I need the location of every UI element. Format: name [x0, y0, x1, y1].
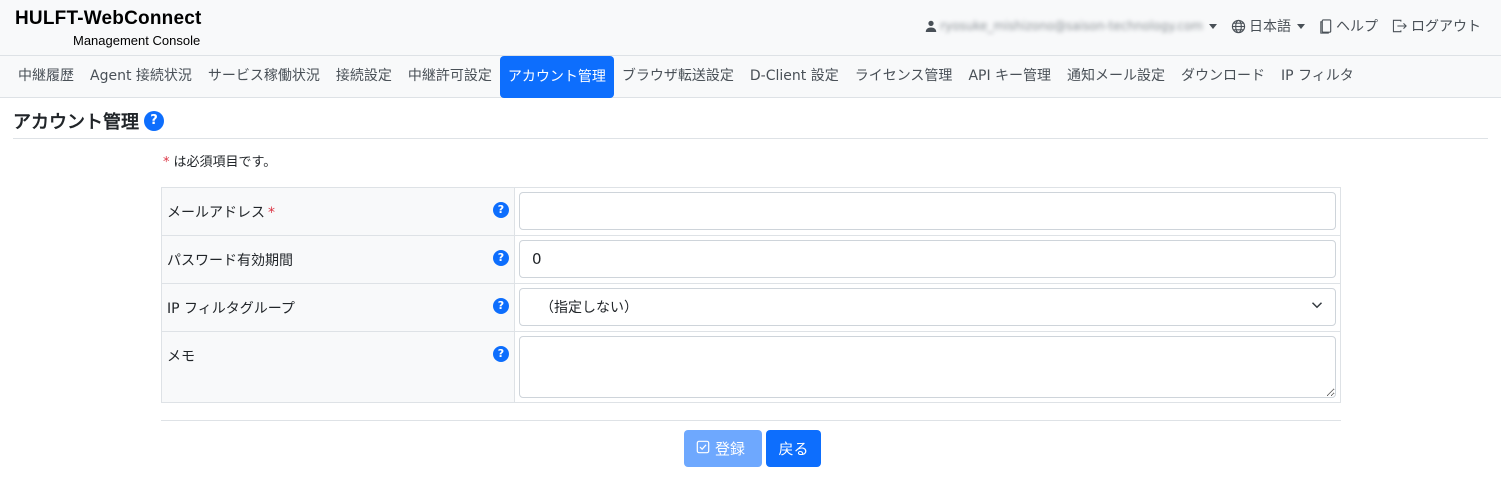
ip-filter-label-cell: IP フィルタグループ ? — [161, 283, 515, 332]
register-label: 登録 — [715, 440, 746, 458]
book-icon — [1319, 18, 1333, 34]
ip-filter-label: IP フィルタグループ — [167, 301, 295, 317]
tab-download[interactable]: ダウンロード — [1173, 56, 1273, 97]
help-icon[interactable]: ? — [493, 346, 509, 362]
required-star: * — [163, 155, 170, 170]
brand-title: HULFT-WebConnect — [15, 8, 202, 29]
brand-subtitle: Management Console — [73, 33, 201, 48]
action-buttons: 登録 戻る — [684, 430, 821, 467]
form-row-password-expiry: パスワード有効期間 ? — [161, 235, 1341, 284]
user-menu[interactable]: ryosuke_mishizono@saison-technology.com — [925, 19, 1217, 33]
tab-d-client[interactable]: D-Client 設定 — [742, 56, 847, 97]
memo-label-cell: メモ ? — [161, 331, 515, 403]
help-label: ヘルプ — [1336, 19, 1378, 35]
memo-input-cell — [514, 331, 1341, 403]
form-row-ip-filter: IP フィルタグループ ? （指定しない） — [161, 283, 1341, 332]
check-square-icon — [696, 440, 710, 458]
logout-icon — [1392, 19, 1408, 33]
chevron-down-icon — [1209, 23, 1217, 29]
globe-icon — [1231, 19, 1246, 34]
logout-label: ログアウト — [1411, 19, 1481, 35]
logout-link[interactable]: ログアウト — [1392, 16, 1481, 36]
user-icon — [925, 20, 937, 32]
language-menu[interactable]: 日本語 — [1231, 16, 1305, 36]
email-label-cell: メールアドレス * ? — [161, 187, 515, 236]
email-input[interactable] — [519, 192, 1336, 230]
tab-service-status[interactable]: サービス稼働状況 — [200, 56, 328, 97]
back-button[interactable]: 戻る — [766, 430, 821, 467]
required-star: * — [268, 205, 275, 221]
tab-license[interactable]: ライセンス管理 — [847, 56, 961, 97]
tab-notification-mail[interactable]: 通知メール設定 — [1059, 56, 1173, 97]
help-icon[interactable]: ? — [493, 250, 509, 266]
main-tabs: 中継履歴 Agent 接続状況 サービス稼働状況 接続設定 中継許可設定 アカウ… — [0, 55, 1501, 98]
help-icon[interactable]: ? — [144, 111, 164, 131]
help-icon[interactable]: ? — [493, 298, 509, 314]
user-email: ryosuke_mishizono@saison-technology.com — [940, 19, 1203, 33]
tab-ip-filter[interactable]: IP フィルタ — [1273, 56, 1362, 97]
divider — [161, 420, 1341, 421]
form-row-email: メールアドレス * ? — [161, 187, 1341, 236]
ip-filter-selected: （指定しない） — [540, 300, 638, 316]
ip-filter-select[interactable]: （指定しない） — [519, 288, 1336, 326]
email-label: メールアドレス * — [167, 205, 275, 221]
register-button[interactable]: 登録 — [684, 430, 762, 467]
tab-account-management[interactable]: アカウント管理 — [499, 55, 614, 98]
tab-browser-transfer[interactable]: ブラウザ転送設定 — [614, 56, 742, 97]
tab-relay-permission[interactable]: 中継許可設定 — [400, 56, 500, 97]
tab-api-key[interactable]: API キー管理 — [960, 56, 1059, 97]
divider — [13, 138, 1488, 139]
help-icon[interactable]: ? — [493, 202, 509, 218]
page-title: アカウント管理 — [13, 112, 139, 133]
page-title-row: アカウント管理 ? — [13, 108, 164, 134]
password-expiry-label: パスワード有効期間 — [167, 253, 293, 269]
required-note: * は必須項目です。 — [163, 151, 276, 170]
password-expiry-label-cell: パスワード有効期間 ? — [161, 235, 515, 284]
memo-label: メモ — [167, 349, 195, 365]
language-label: 日本語 — [1249, 19, 1291, 35]
password-expiry-input-cell — [514, 235, 1341, 284]
ip-filter-input-cell: （指定しない） — [514, 283, 1341, 332]
required-note-text: は必須項目です。 — [173, 155, 277, 170]
email-input-cell — [514, 187, 1341, 236]
account-form: メールアドレス* ? パスワード有効期間 ? IP フィルタグループ ? （指定… — [161, 187, 1341, 403]
chevron-down-icon — [1297, 23, 1305, 29]
form-row-memo: メモ ? — [161, 331, 1341, 403]
tab-connection-settings[interactable]: 接続設定 — [328, 56, 400, 97]
memo-textarea[interactable] — [519, 336, 1336, 398]
header-right: ryosuke_mishizono@saison-technology.com … — [925, 16, 1481, 36]
tab-agent-connection[interactable]: Agent 接続状況 — [82, 56, 200, 97]
help-link[interactable]: ヘルプ — [1319, 16, 1378, 36]
password-expiry-input[interactable] — [519, 240, 1336, 278]
chevron-down-icon — [1311, 299, 1323, 315]
app-header: HULFT-WebConnect Management Console ryos… — [0, 0, 1501, 56]
tab-relay-history[interactable]: 中継履歴 — [10, 56, 82, 97]
